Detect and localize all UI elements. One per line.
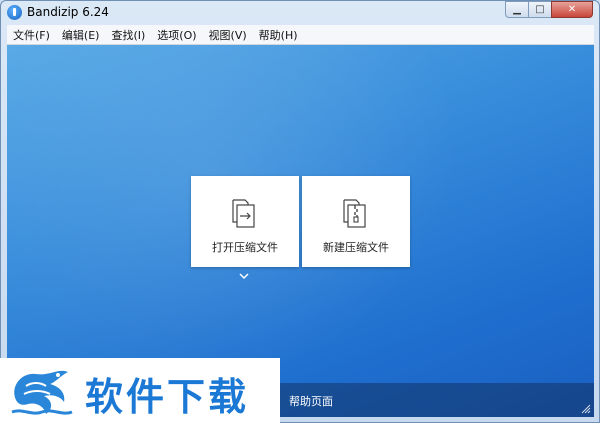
open-archive-button[interactable]: 打开压缩文件 [191, 176, 299, 267]
menu-edit[interactable]: 编辑(E) [56, 27, 106, 43]
menu-help[interactable]: 帮助(H) [253, 27, 304, 43]
menu-options[interactable]: 选项(O) [151, 27, 202, 43]
close-button[interactable]: ✕ [551, 1, 593, 18]
new-archive-icon [343, 199, 366, 228]
menu-bar: 文件(F) 编辑(E) 查找(I) 选项(O) 视图(V) 帮助(H) [7, 25, 594, 45]
menu-find[interactable]: 查找(I) [105, 27, 151, 43]
new-archive-button[interactable]: 新建压缩文件 [302, 176, 410, 267]
title-bar[interactable]: Bandizip 6.24 ▁ □ ✕ [1, 1, 599, 25]
minimize-button[interactable]: ▁ [505, 1, 529, 18]
window-title: Bandizip 6.24 [27, 5, 109, 19]
new-archive-label: 新建压缩文件 [323, 241, 389, 254]
menu-view[interactable]: 视图(V) [203, 27, 253, 43]
bandizip-logo-icon [7, 5, 22, 20]
menu-file[interactable]: 文件(F) [7, 27, 56, 43]
watermark-text: 软件下载 [85, 374, 250, 419]
maximize-button[interactable]: □ [528, 1, 552, 18]
chevron-down-icon[interactable] [239, 273, 249, 280]
resize-grip-icon[interactable] [581, 404, 591, 414]
watermark: 软件下载 [0, 358, 280, 423]
window-controls: ▁ □ ✕ [505, 1, 593, 19]
open-archive-icon [232, 199, 255, 228]
help-page-link[interactable]: 帮助页面 [289, 393, 333, 409]
dragon-logo-icon [11, 370, 73, 415]
open-archive-label: 打开压缩文件 [212, 241, 278, 254]
